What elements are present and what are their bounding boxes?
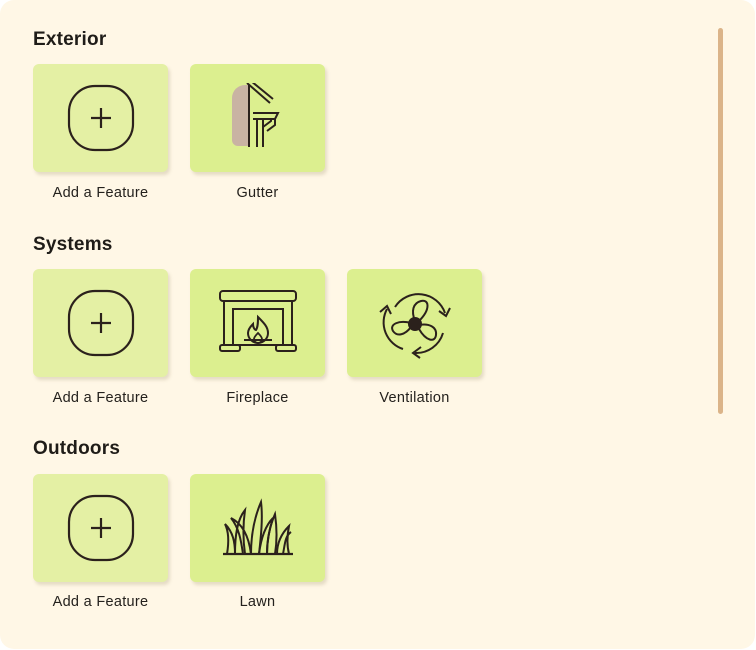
gutter-label: Gutter: [236, 185, 279, 201]
vertical-scrollbar[interactable]: [718, 28, 723, 414]
add-feature-exterior-label: Add a Feature: [52, 185, 149, 201]
plus-circle-icon: [67, 289, 134, 357]
fireplace-icon: [218, 290, 297, 352]
lawn-grass-icon: [222, 498, 293, 556]
section-title-exterior: Exterior: [33, 29, 107, 50]
add-feature-systems-label: Add a Feature: [52, 390, 149, 406]
add-feature-outdoors-label: Add a Feature: [52, 594, 149, 610]
lawn-tile[interactable]: [190, 474, 325, 582]
ventilation-fan-icon: [378, 293, 451, 359]
add-feature-outdoors-button[interactable]: [33, 474, 168, 582]
section-title-outdoors: Outdoors: [33, 438, 121, 459]
feature-panel: Exterior Add a Feature Gutter Systems Ad…: [0, 0, 755, 649]
ventilation-tile[interactable]: [347, 269, 482, 377]
fireplace-label: Fireplace: [226, 390, 289, 406]
gutter-tile[interactable]: [190, 64, 325, 172]
ventilation-label: Ventilation: [379, 390, 450, 406]
lawn-label: Lawn: [239, 594, 276, 610]
section-title-systems: Systems: [33, 234, 113, 255]
plus-circle-icon: [67, 494, 134, 562]
add-feature-exterior-button[interactable]: [33, 64, 168, 172]
fireplace-tile[interactable]: [190, 269, 325, 377]
gutter-icon: [231, 83, 280, 147]
plus-circle-icon: [67, 84, 134, 152]
add-feature-systems-button[interactable]: [33, 269, 168, 377]
